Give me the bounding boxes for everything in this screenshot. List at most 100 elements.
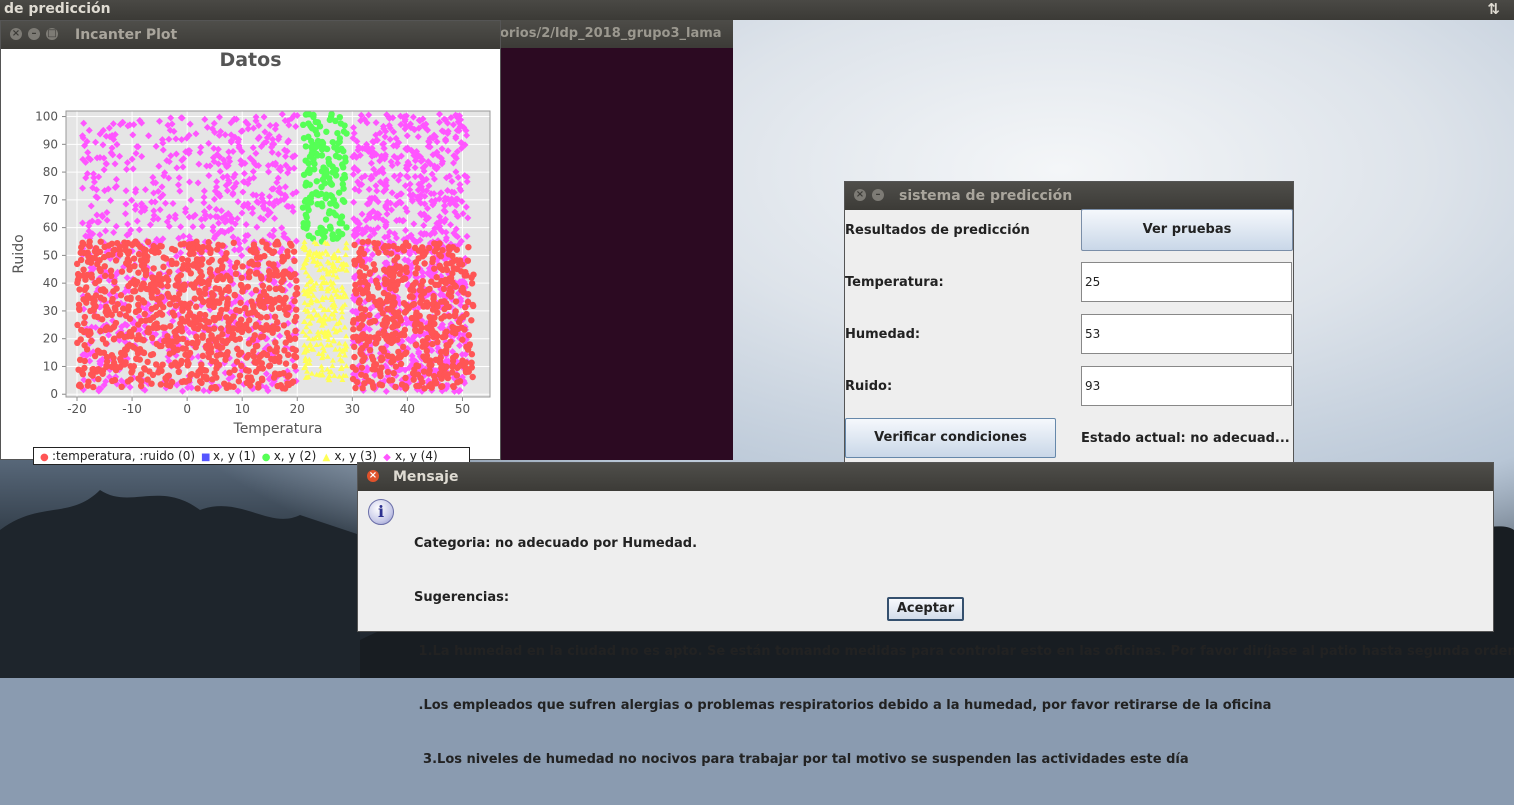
data-point xyxy=(410,376,417,383)
data-point xyxy=(447,277,454,285)
data-point xyxy=(285,271,292,278)
data-point xyxy=(81,364,88,372)
resultados-label: Resultados de predicción xyxy=(845,223,1030,238)
mensaje-titlebar[interactable]: × Mensaje xyxy=(358,463,1493,491)
data-point xyxy=(445,342,452,349)
data-point xyxy=(252,287,260,294)
data-point xyxy=(258,351,265,359)
data-point xyxy=(284,248,291,255)
data-point xyxy=(421,260,428,267)
data-point xyxy=(197,322,204,330)
data-point xyxy=(187,270,194,277)
data-point xyxy=(201,290,209,297)
data-point xyxy=(259,282,267,289)
terminal-titlebar[interactable]: orios/2/ldp_2018_grupo3_lama xyxy=(498,20,733,48)
data-point xyxy=(388,358,395,366)
data-point xyxy=(194,338,201,345)
data-point xyxy=(111,278,118,285)
data-point xyxy=(435,281,442,288)
data-point xyxy=(96,248,104,256)
data-point xyxy=(276,370,283,378)
data-point xyxy=(469,301,476,309)
close-icon[interactable]: × xyxy=(367,470,379,482)
data-point xyxy=(135,321,142,328)
data-point xyxy=(328,181,336,188)
data-point xyxy=(179,345,187,352)
data-point xyxy=(255,296,263,304)
data-point xyxy=(352,281,359,289)
data-point xyxy=(77,256,85,264)
minimize-icon[interactable]: – xyxy=(28,28,40,40)
network-indicator-icon[interactable]: ⇅ xyxy=(1487,0,1500,18)
data-point xyxy=(381,316,388,324)
data-point xyxy=(452,283,460,290)
data-point xyxy=(213,374,220,381)
data-point xyxy=(210,314,217,322)
data-point xyxy=(117,292,125,299)
data-point xyxy=(376,381,383,388)
scatter-plot: -20 -10 0 10 20 30 40 50 0 10 20 30 40 50 60 70 80 90 100 T… xyxy=(11,110,491,437)
data-point xyxy=(224,349,231,356)
data-point xyxy=(228,334,236,341)
data-point xyxy=(165,277,172,284)
data-point xyxy=(423,340,430,348)
maximize-icon[interactable]: □ xyxy=(46,28,58,40)
prediction-window[interactable]: × – sistema de predicción Resultados de … xyxy=(844,181,1294,466)
data-point xyxy=(412,341,420,348)
data-point xyxy=(462,268,469,276)
data-point xyxy=(385,243,392,250)
data-point xyxy=(232,270,240,278)
aceptar-button[interactable]: Aceptar xyxy=(887,597,964,621)
data-point xyxy=(197,366,204,373)
mensaje-dialog[interactable]: × Mensaje i Categoria: no adecuado por H… xyxy=(357,462,1514,767)
verificar-condiciones-button[interactable]: Verificar condiciones xyxy=(845,418,1056,458)
prediction-titlebar[interactable]: × – sistema de predicción xyxy=(845,182,1293,210)
close-icon[interactable]: × xyxy=(10,28,22,40)
ruido-input[interactable]: 93 xyxy=(1081,366,1292,406)
data-point xyxy=(279,286,286,294)
data-point xyxy=(186,320,194,327)
humedad-input[interactable]: 53 xyxy=(1081,314,1292,354)
data-point xyxy=(351,343,358,351)
data-point xyxy=(412,320,419,327)
data-point xyxy=(306,181,314,188)
data-point xyxy=(431,320,438,328)
data-point xyxy=(169,343,177,351)
ver-pruebas-button[interactable]: Ver pruebas xyxy=(1081,209,1293,251)
temperatura-input[interactable]: 25 xyxy=(1081,262,1292,302)
data-point xyxy=(80,266,87,273)
data-point xyxy=(340,164,347,171)
data-point xyxy=(416,287,424,294)
close-icon[interactable]: × xyxy=(854,189,866,201)
data-point xyxy=(438,364,445,372)
y-tick-label: 50 xyxy=(43,248,58,262)
data-point xyxy=(436,262,443,270)
data-point xyxy=(215,274,222,281)
data-point xyxy=(369,366,376,373)
data-point xyxy=(329,231,337,238)
data-point xyxy=(332,152,340,160)
data-point xyxy=(464,290,472,298)
incanter-plot-window[interactable]: × – □ Incanter Plot Datos -20 -10 0 10 20 30 4… xyxy=(0,20,501,465)
data-point xyxy=(276,294,283,302)
data-point xyxy=(85,378,92,385)
data-point xyxy=(151,244,158,251)
data-point xyxy=(97,286,105,294)
data-point xyxy=(222,356,229,363)
legend-marker-icon: ▲ xyxy=(322,452,331,463)
data-point xyxy=(191,295,198,302)
x-tick-label: 0 xyxy=(183,402,191,416)
data-point xyxy=(164,282,171,290)
data-point xyxy=(461,326,468,333)
minimize-icon[interactable]: – xyxy=(872,189,884,201)
data-point xyxy=(74,279,81,287)
data-point xyxy=(302,111,310,118)
terminal-window[interactable]: orios/2/ldp_2018_grupo3_lama xyxy=(498,20,733,460)
data-point xyxy=(149,371,157,379)
incanter-titlebar[interactable]: × – □ Incanter Plot xyxy=(1,21,500,49)
data-point xyxy=(384,335,391,343)
data-point xyxy=(359,384,366,392)
data-point xyxy=(366,270,373,277)
data-point xyxy=(412,270,419,277)
data-point xyxy=(124,378,132,385)
